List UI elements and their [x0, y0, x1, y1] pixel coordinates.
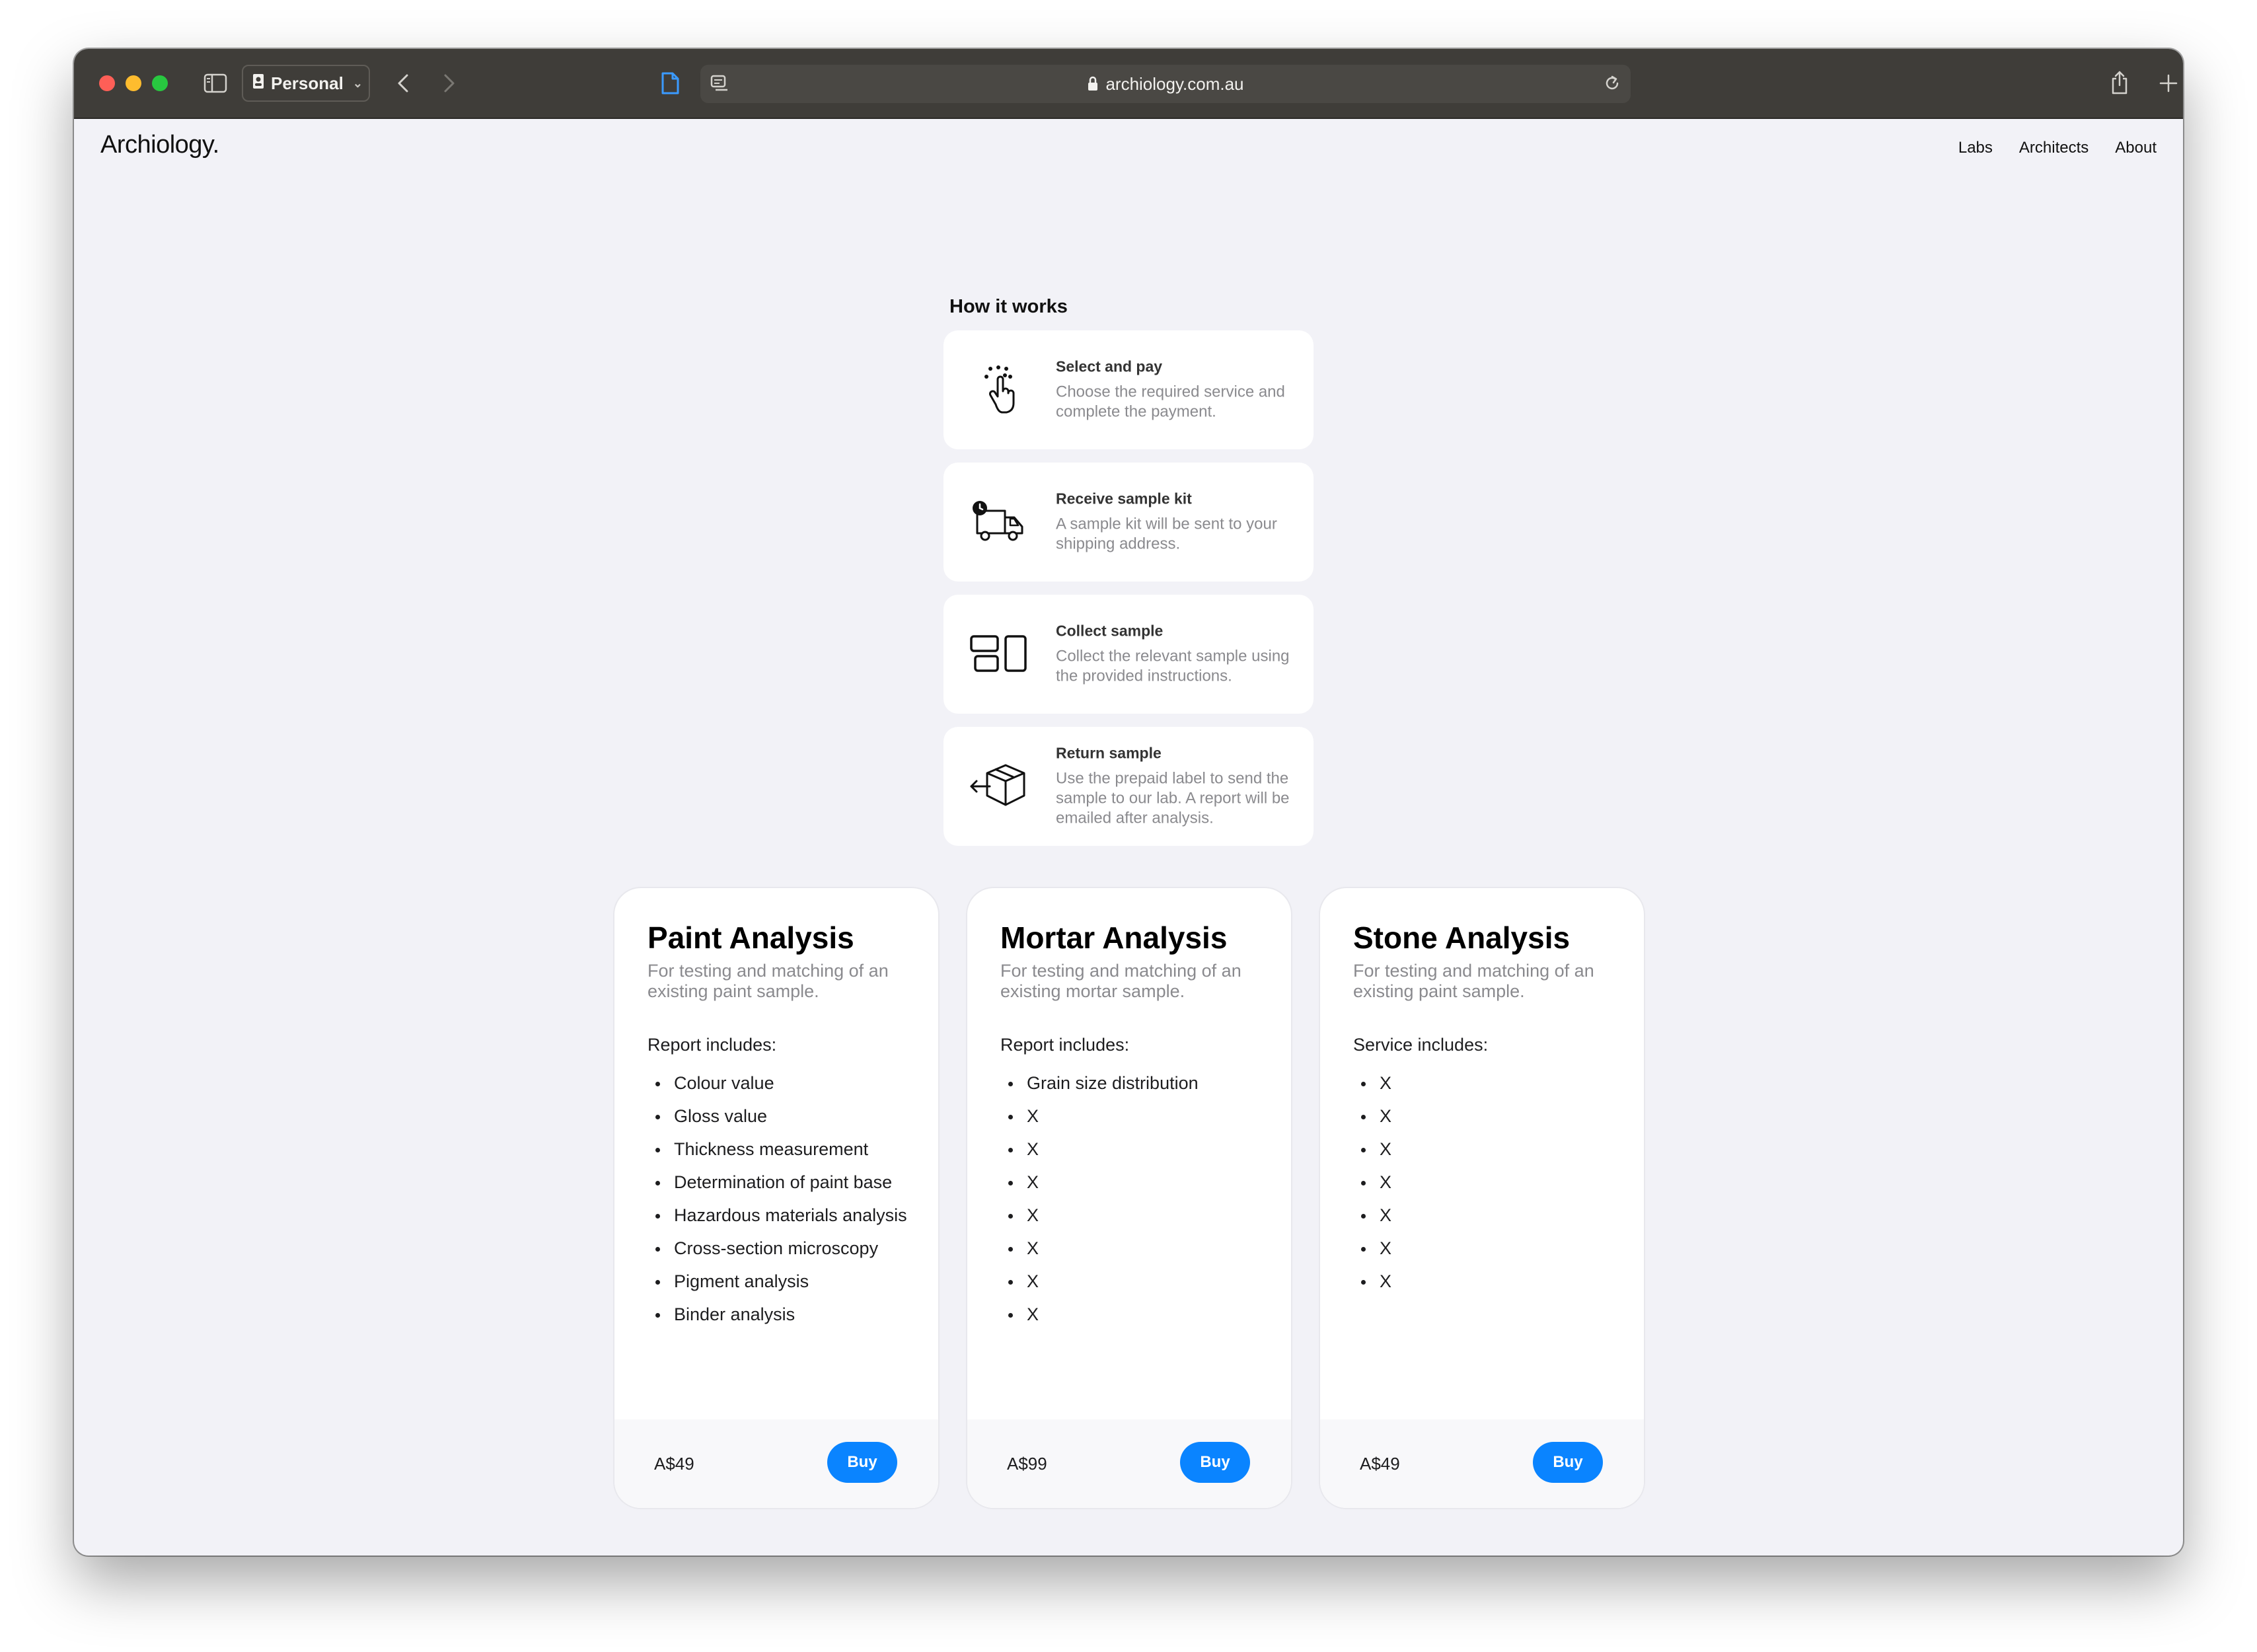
step-description: A sample kit will be sent to your shippi… — [1056, 515, 1277, 553]
buy-button[interactable]: Buy — [827, 1442, 897, 1483]
step-card-collect-sample: Collect sample Collect the relevant samp… — [944, 595, 1314, 714]
list-item: Gloss value — [655, 1100, 907, 1133]
card-subtitle: For testing and matching of an existing … — [648, 961, 889, 1001]
card-includes-label: Service includes: — [1353, 1035, 1489, 1055]
sidebar-toggle-icon[interactable] — [202, 70, 229, 96]
how-it-works-heading: How it works — [949, 296, 1068, 317]
step-card-receive-sample-kit: Receive sample kit A sample kit will be … — [944, 463, 1314, 582]
list-item: X — [1360, 1265, 1391, 1298]
step-description: Collect the relevant sample using the pr… — [1056, 647, 1290, 685]
collect-layout-icon — [967, 622, 1031, 686]
step-title: Receive sample kit — [1056, 490, 1192, 507]
list-item: X — [1008, 1100, 1199, 1133]
list-item: Binder analysis — [655, 1298, 907, 1331]
chevron-down-icon: ⌄ — [352, 76, 363, 90]
list-item: X — [1360, 1232, 1391, 1265]
list-item: X — [1360, 1100, 1391, 1133]
share-icon[interactable] — [2105, 66, 2134, 99]
page-document-icon[interactable] — [655, 69, 684, 98]
browser-window: Personal ⌄ archiology.com.au Archiology.… — [74, 49, 2183, 1556]
list-item: Determination of paint base — [655, 1166, 907, 1199]
reload-icon[interactable] — [1603, 74, 1621, 93]
card-title: Stone Analysis — [1353, 920, 1571, 955]
step-title: Return sample — [1056, 744, 1162, 762]
minimize-window-button[interactable] — [126, 75, 141, 91]
nav-link-architects[interactable]: Architects — [2019, 139, 2089, 157]
product-card-mortar-analysis: Mortar Analysis For testing and matching… — [967, 888, 1291, 1508]
forward-arrow-icon[interactable] — [436, 69, 462, 98]
card-footer: A$49 Buy — [1320, 1419, 1644, 1508]
list-item: X — [1360, 1199, 1391, 1232]
card-includes-label: Report includes: — [1000, 1035, 1130, 1055]
profile-button[interactable]: Personal ⌄ — [242, 65, 370, 102]
step-card-select-and-pay: Select and pay Choose the required servi… — [944, 330, 1314, 449]
profile-badge-icon — [252, 73, 264, 94]
list-item: X — [1008, 1133, 1199, 1166]
back-arrow-icon[interactable] — [390, 69, 416, 98]
list-item: Cross-section microscopy — [655, 1232, 907, 1265]
list-item: Thickness measurement — [655, 1133, 907, 1166]
price-label: A$99 — [1007, 1454, 1047, 1474]
list-item: X — [1008, 1265, 1199, 1298]
card-title: Paint Analysis — [648, 920, 854, 955]
list-item: X — [1008, 1199, 1199, 1232]
site-nav: Labs Architects About — [1958, 139, 2157, 157]
address-bar[interactable]: archiology.com.au — [700, 65, 1631, 103]
card-includes-label: Report includes: — [648, 1035, 777, 1055]
step-title: Collect sample — [1056, 622, 1164, 640]
buy-button[interactable]: Buy — [1533, 1442, 1603, 1483]
tap-hand-icon — [967, 358, 1031, 422]
card-feature-list: Colour value Gloss value Thickness measu… — [655, 1067, 907, 1331]
step-description: Choose the required service and complete… — [1056, 383, 1285, 421]
reader-view-icon[interactable] — [710, 74, 729, 93]
card-footer: A$99 Buy — [967, 1419, 1291, 1508]
url-text: archiology.com.au — [1105, 73, 1244, 94]
card-subtitle: For testing and matching of an existing … — [1000, 961, 1241, 1001]
profile-label: Personal — [271, 73, 344, 93]
product-card-stone-analysis: Stone Analysis For testing and matching … — [1320, 888, 1644, 1508]
card-feature-list: X X X X X X X — [1360, 1067, 1391, 1298]
step-description: Use the prepaid label to send the sample… — [1056, 769, 1290, 827]
card-subtitle: For testing and matching of an existing … — [1353, 961, 1594, 1001]
step-title: Select and pay — [1056, 357, 1163, 375]
price-label: A$49 — [654, 1454, 694, 1474]
buy-button[interactable]: Buy — [1180, 1442, 1250, 1483]
list-item: X — [1008, 1298, 1199, 1331]
list-item: X — [1008, 1232, 1199, 1265]
card-title: Mortar Analysis — [1000, 920, 1228, 955]
list-item: Grain size distribution — [1008, 1067, 1199, 1100]
nav-link-about[interactable]: About — [2115, 139, 2157, 157]
card-footer: A$49 Buy — [614, 1419, 938, 1508]
step-card-return-sample: Return sample Use the prepaid label to s… — [944, 727, 1314, 846]
list-item: X — [1360, 1067, 1391, 1100]
list-item: X — [1360, 1166, 1391, 1199]
browser-toolbar: Personal ⌄ archiology.com.au — [74, 49, 2183, 119]
delivery-truck-icon — [967, 490, 1031, 554]
new-tab-plus-icon[interactable] — [2154, 69, 2183, 98]
lock-icon — [1087, 76, 1099, 92]
list-item: X — [1360, 1133, 1391, 1166]
list-item: X — [1008, 1166, 1199, 1199]
price-label: A$49 — [1360, 1454, 1400, 1474]
card-feature-list: Grain size distribution X X X X X X X — [1008, 1067, 1199, 1331]
product-card-paint-analysis: Paint Analysis For testing and matching … — [614, 888, 938, 1508]
list-item: Pigment analysis — [655, 1265, 907, 1298]
web-page: Archiology. Labs Architects About How it… — [74, 119, 2183, 1556]
close-window-button[interactable] — [99, 75, 115, 91]
list-item: Hazardous materials analysis — [655, 1199, 907, 1232]
site-logo[interactable]: Archiology. — [100, 131, 219, 159]
nav-link-labs[interactable]: Labs — [1958, 139, 1993, 157]
return-box-icon — [967, 755, 1031, 818]
zoom-window-button[interactable] — [152, 75, 168, 91]
list-item: Colour value — [655, 1067, 907, 1100]
